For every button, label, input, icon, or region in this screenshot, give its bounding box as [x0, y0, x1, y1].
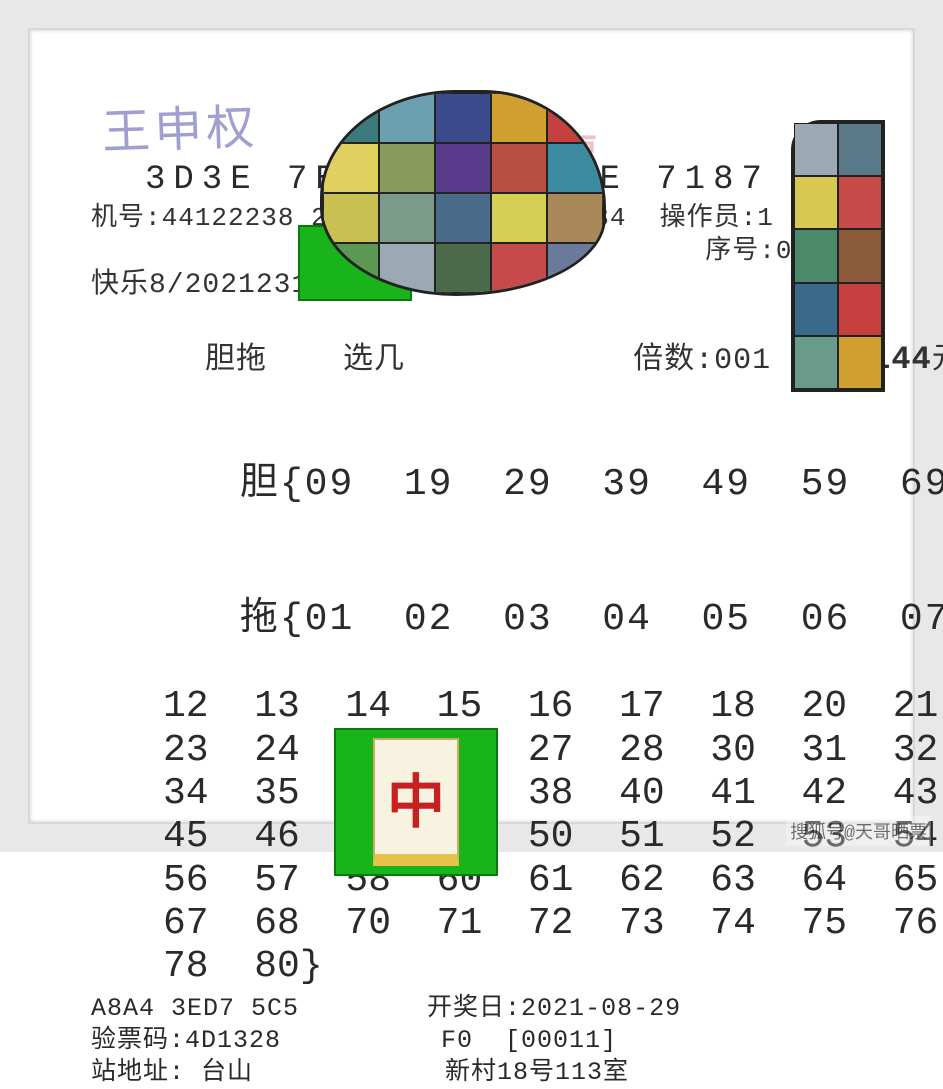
amount-unit: 元: [932, 344, 943, 378]
tuo-numbers-0: 01 02 03 04 05 06 07 08 10 11: [305, 598, 943, 641]
dan-row: 胆{09 19 29 39 49 59 69 79}: [91, 419, 858, 550]
mosaic-cell: [435, 93, 491, 143]
mosaic-cell: [794, 176, 838, 229]
mosaic-censor-blob: [320, 90, 606, 296]
zhong-glyph: 中: [373, 738, 459, 866]
mosaic-cell: [379, 143, 435, 193]
multiplier-label: 倍数:: [633, 344, 714, 378]
mosaic-cell: [838, 283, 882, 336]
tuo-row-4: 45 46 47 48 50 51 52 53 54 55: [163, 815, 858, 858]
tuo-row-7: 78 80}: [163, 945, 858, 988]
mosaic-cell: [838, 336, 882, 389]
mosaic-cell: [794, 123, 838, 176]
mosaic-cell: [838, 123, 882, 176]
mosaic-censor-right: [791, 120, 885, 392]
mosaic-cell: [838, 176, 882, 229]
mosaic-cell: [794, 336, 838, 389]
tuo-row-5: 56 57 58 60 61 62 63 64 65 66: [163, 859, 858, 902]
mahjong-zhong-tile: 中: [334, 728, 498, 876]
mosaic-cell: [794, 283, 838, 336]
mosaic-cell: [435, 243, 491, 293]
mosaic-cell: [323, 193, 379, 243]
multiplier-value: 001: [714, 344, 771, 378]
tuo-row-1: 12 13 14 15 16 17 18 20 21 22: [163, 685, 858, 728]
mosaic-cell: [547, 193, 603, 243]
mosaic-cell: [435, 143, 491, 193]
footer-hex-draw-date: A8A4 3ED7 5C5 开奖日:2021-08-29: [91, 994, 858, 1024]
tuo-row-2: 23 24 25 26 27 28 30 31 32 33: [163, 729, 858, 772]
footer-verify-code: 验票码:4D1328 F0 [00011]: [91, 1026, 858, 1056]
mosaic-cell: [794, 229, 838, 282]
dan-numbers: 09 19 29 39 49 59 69 79}: [305, 463, 943, 506]
photo-frame-inner: 王申权 国福利彩票 3D3E 7E9 AED BEBE 7187 机号:4412…: [28, 28, 915, 824]
mosaic-cell: [491, 193, 547, 243]
mosaic-cell: [491, 143, 547, 193]
tuo-row-0: 拖{01 02 03 04 05 06 07 08 10 11: [91, 554, 858, 685]
tuo-row-6: 67 68 70 71 72 73 74 75 76 77: [163, 902, 858, 945]
mosaic-cell: [838, 229, 882, 282]
source-watermark: 搜狐号@天哥晒票: [786, 816, 931, 846]
mosaic-cell: [379, 193, 435, 243]
mosaic-cell: [435, 193, 491, 243]
tuo-label: 拖{: [240, 598, 305, 641]
play-type-left: 胆拖 选几: [205, 344, 405, 378]
tuo-row-3: 34 35 36 37 38 40 41 42 43 44: [163, 772, 858, 815]
footer-station-address: 站地址: 台山 新村18号113室: [91, 1058, 858, 1088]
dan-label: 胆{: [240, 463, 305, 506]
play-type-line: 胆拖 选几 倍数:001 金额:144元: [91, 305, 858, 415]
